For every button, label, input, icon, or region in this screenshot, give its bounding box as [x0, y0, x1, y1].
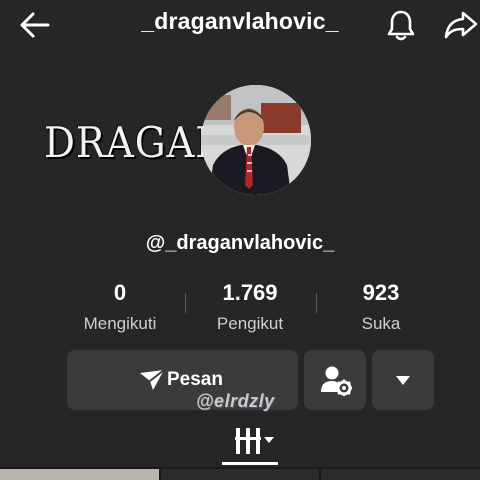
video-thumbnail[interactable] — [321, 469, 480, 480]
more-options-button[interactable] — [372, 350, 434, 410]
stat-divider — [185, 293, 186, 313]
avatar[interactable] — [201, 85, 311, 195]
caret-down-icon — [396, 376, 410, 385]
user-settings-icon — [321, 366, 352, 396]
following-label: Mengikuti — [83, 314, 157, 333]
tab-active-indicator — [222, 462, 278, 465]
video-grid — [0, 467, 480, 480]
likes-count: 923 — [362, 280, 400, 305]
grid-icon — [235, 428, 274, 454]
stat-divider — [316, 293, 317, 313]
watermark-text: @elrdzly — [196, 391, 275, 411]
stat-following[interactable]: 0 Mengikuti — [70, 280, 170, 334]
following-count: 0 — [113, 280, 127, 305]
profile-handle: @_draganvlahovic_ — [145, 232, 335, 254]
likes-label: Suka — [361, 314, 401, 333]
stat-likes[interactable]: 923 Suka — [331, 280, 431, 334]
notifications-button[interactable] — [385, 8, 417, 42]
message-button-label: Pesan — [167, 369, 223, 390]
followers-label: Pengikut — [216, 314, 284, 333]
video-thumbnail[interactable] — [161, 469, 319, 480]
stat-followers[interactable]: 1.769 Pengikut — [200, 280, 300, 334]
share-icon — [444, 11, 478, 39]
tab-videos-grid[interactable] — [235, 428, 275, 454]
bell-icon — [387, 10, 415, 41]
avatar-photo — [201, 85, 311, 195]
share-button[interactable] — [444, 10, 478, 40]
followers-count: 1.769 — [222, 280, 278, 305]
video-thumbnail[interactable] — [0, 469, 159, 480]
friend-settings-button[interactable] — [304, 350, 366, 410]
send-icon — [140, 369, 165, 390]
